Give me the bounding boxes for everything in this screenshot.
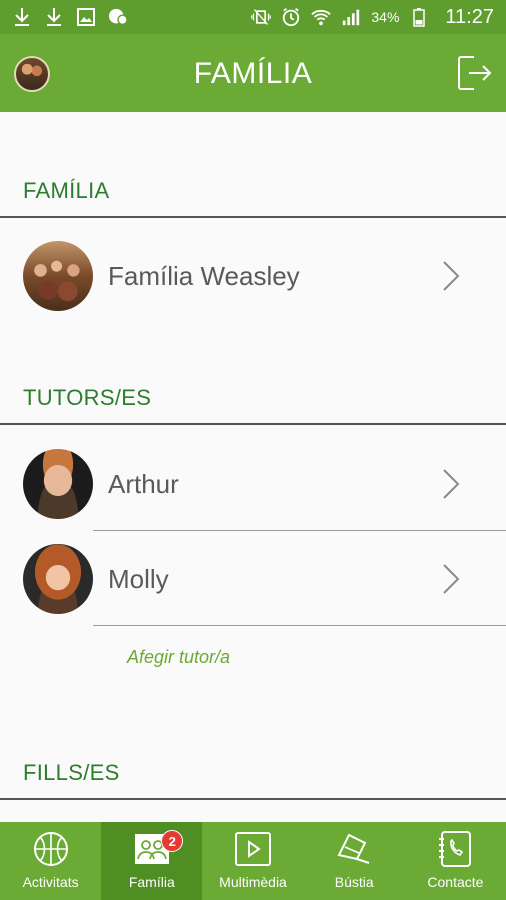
chat-icon	[108, 7, 128, 27]
list-item-label: Família Weasley	[108, 260, 300, 291]
clock: 11:27	[445, 5, 494, 28]
download-icon	[12, 7, 32, 27]
list-item-family-weasley[interactable]: Família Weasley	[0, 231, 506, 321]
divider	[0, 798, 506, 800]
tab-label: Activitats	[22, 874, 79, 890]
list-item-label: Arthur	[108, 468, 179, 499]
section-header-family: FAMÍLIA	[23, 178, 110, 203]
notification-badge: 2	[161, 830, 184, 852]
tab-contacte[interactable]: Contacte	[405, 822, 506, 900]
add-tutor-link[interactable]: Afegir tutor/a	[127, 647, 230, 668]
divider	[93, 530, 506, 531]
logout-icon[interactable]	[456, 54, 492, 92]
app-bar: FAMÍLIA	[0, 34, 506, 112]
content-area: FAMÍLIA Família Weasley TUTORS/ES Arthur…	[0, 112, 506, 822]
vibrate-icon	[251, 7, 272, 27]
tab-multimedia[interactable]: Multimèdia	[202, 822, 303, 900]
phone-icon	[436, 830, 474, 868]
chevron-right-icon	[440, 562, 462, 596]
chevron-right-icon	[440, 467, 462, 501]
wifi-icon	[311, 7, 332, 27]
tab-familia[interactable]: 2 Família	[101, 822, 203, 900]
chevron-right-icon	[440, 259, 462, 293]
divider	[0, 216, 506, 218]
family-avatar	[23, 241, 93, 311]
section-header-tutors: TUTORS/ES	[23, 385, 152, 410]
tab-label: Família	[128, 874, 175, 890]
mailbox-icon	[335, 830, 373, 868]
tab-bustia[interactable]: Bústia	[304, 822, 405, 900]
page-title: FAMÍLIA	[193, 57, 313, 90]
image-icon	[76, 7, 96, 27]
tab-label: Contacte	[427, 874, 484, 890]
signal-icon	[341, 7, 361, 27]
list-item-molly[interactable]: Molly	[0, 534, 506, 624]
divider	[0, 423, 506, 425]
divider	[93, 625, 506, 626]
battery-percent: 34%	[371, 9, 400, 25]
bottom-nav: Activitats 2 Família Multimèdia Bústia C…	[0, 822, 506, 900]
alarm-icon	[281, 7, 301, 27]
tab-label: Bústia	[334, 874, 374, 890]
basketball-icon	[32, 830, 70, 868]
tutor-avatar	[23, 544, 93, 614]
section-header-children: FILLS/ES	[23, 760, 120, 785]
tab-activitats[interactable]: Activitats	[0, 822, 101, 900]
list-item-label: Molly	[108, 563, 169, 594]
battery-icon	[409, 7, 429, 27]
tab-label: Multimèdia	[219, 874, 287, 890]
tutor-avatar	[23, 449, 93, 519]
download-icon	[44, 7, 64, 27]
play-icon	[234, 830, 272, 868]
status-bar: 34% 11:27	[0, 0, 506, 34]
list-item-arthur[interactable]: Arthur	[0, 439, 506, 529]
